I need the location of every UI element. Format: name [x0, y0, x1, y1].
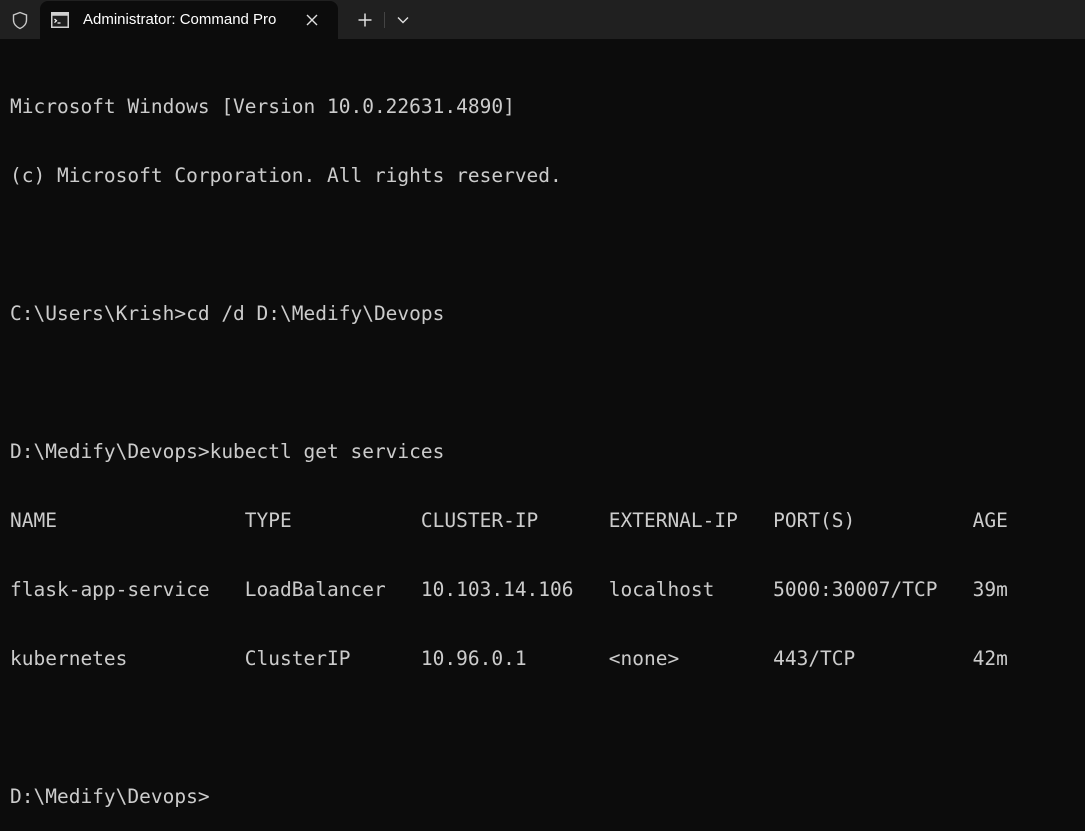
- services-table-header: NAME TYPE CLUSTER-IP EXTERNAL-IP PORT(S)…: [10, 509, 1008, 532]
- console-line-copyright: (c) Microsoft Corporation. All rights re…: [10, 164, 562, 187]
- console-line-version: Microsoft Windows [Version 10.0.22631.48…: [10, 95, 515, 118]
- console-line-cd-command: C:\Users\Krish>cd /d D:\Medify\Devops: [10, 302, 445, 325]
- terminal-output[interactable]: Microsoft Windows [Version 10.0.22631.48…: [10, 49, 1080, 808]
- terminal-icon: [51, 12, 69, 28]
- console-prompt: D:\Medify\Devops>: [10, 785, 210, 808]
- title-bar: Administrator: Command Pro: [0, 0, 1085, 39]
- tab-dropdown-button[interactable]: [390, 7, 416, 33]
- plus-icon: [358, 13, 372, 27]
- close-icon[interactable]: [302, 10, 322, 30]
- tab-title: Administrator: Command Pro: [83, 11, 277, 28]
- services-table-row: kubernetes ClusterIP 10.96.0.1 <none> 44…: [10, 647, 1008, 670]
- tab-command-prompt[interactable]: Administrator: Command Pro: [40, 1, 338, 39]
- console-line-kubectl-command: D:\Medify\Devops>kubectl get services: [10, 440, 445, 463]
- toolbar-divider: [384, 12, 385, 28]
- new-tab-button[interactable]: [350, 7, 380, 33]
- shield-icon: [8, 8, 32, 32]
- console-line-blank: [10, 371, 1080, 394]
- services-table-row: flask-app-service LoadBalancer 10.103.14…: [10, 578, 1008, 601]
- console-line-blank: [10, 716, 1080, 739]
- chevron-down-icon: [397, 17, 409, 24]
- console-line-blank: [10, 233, 1080, 256]
